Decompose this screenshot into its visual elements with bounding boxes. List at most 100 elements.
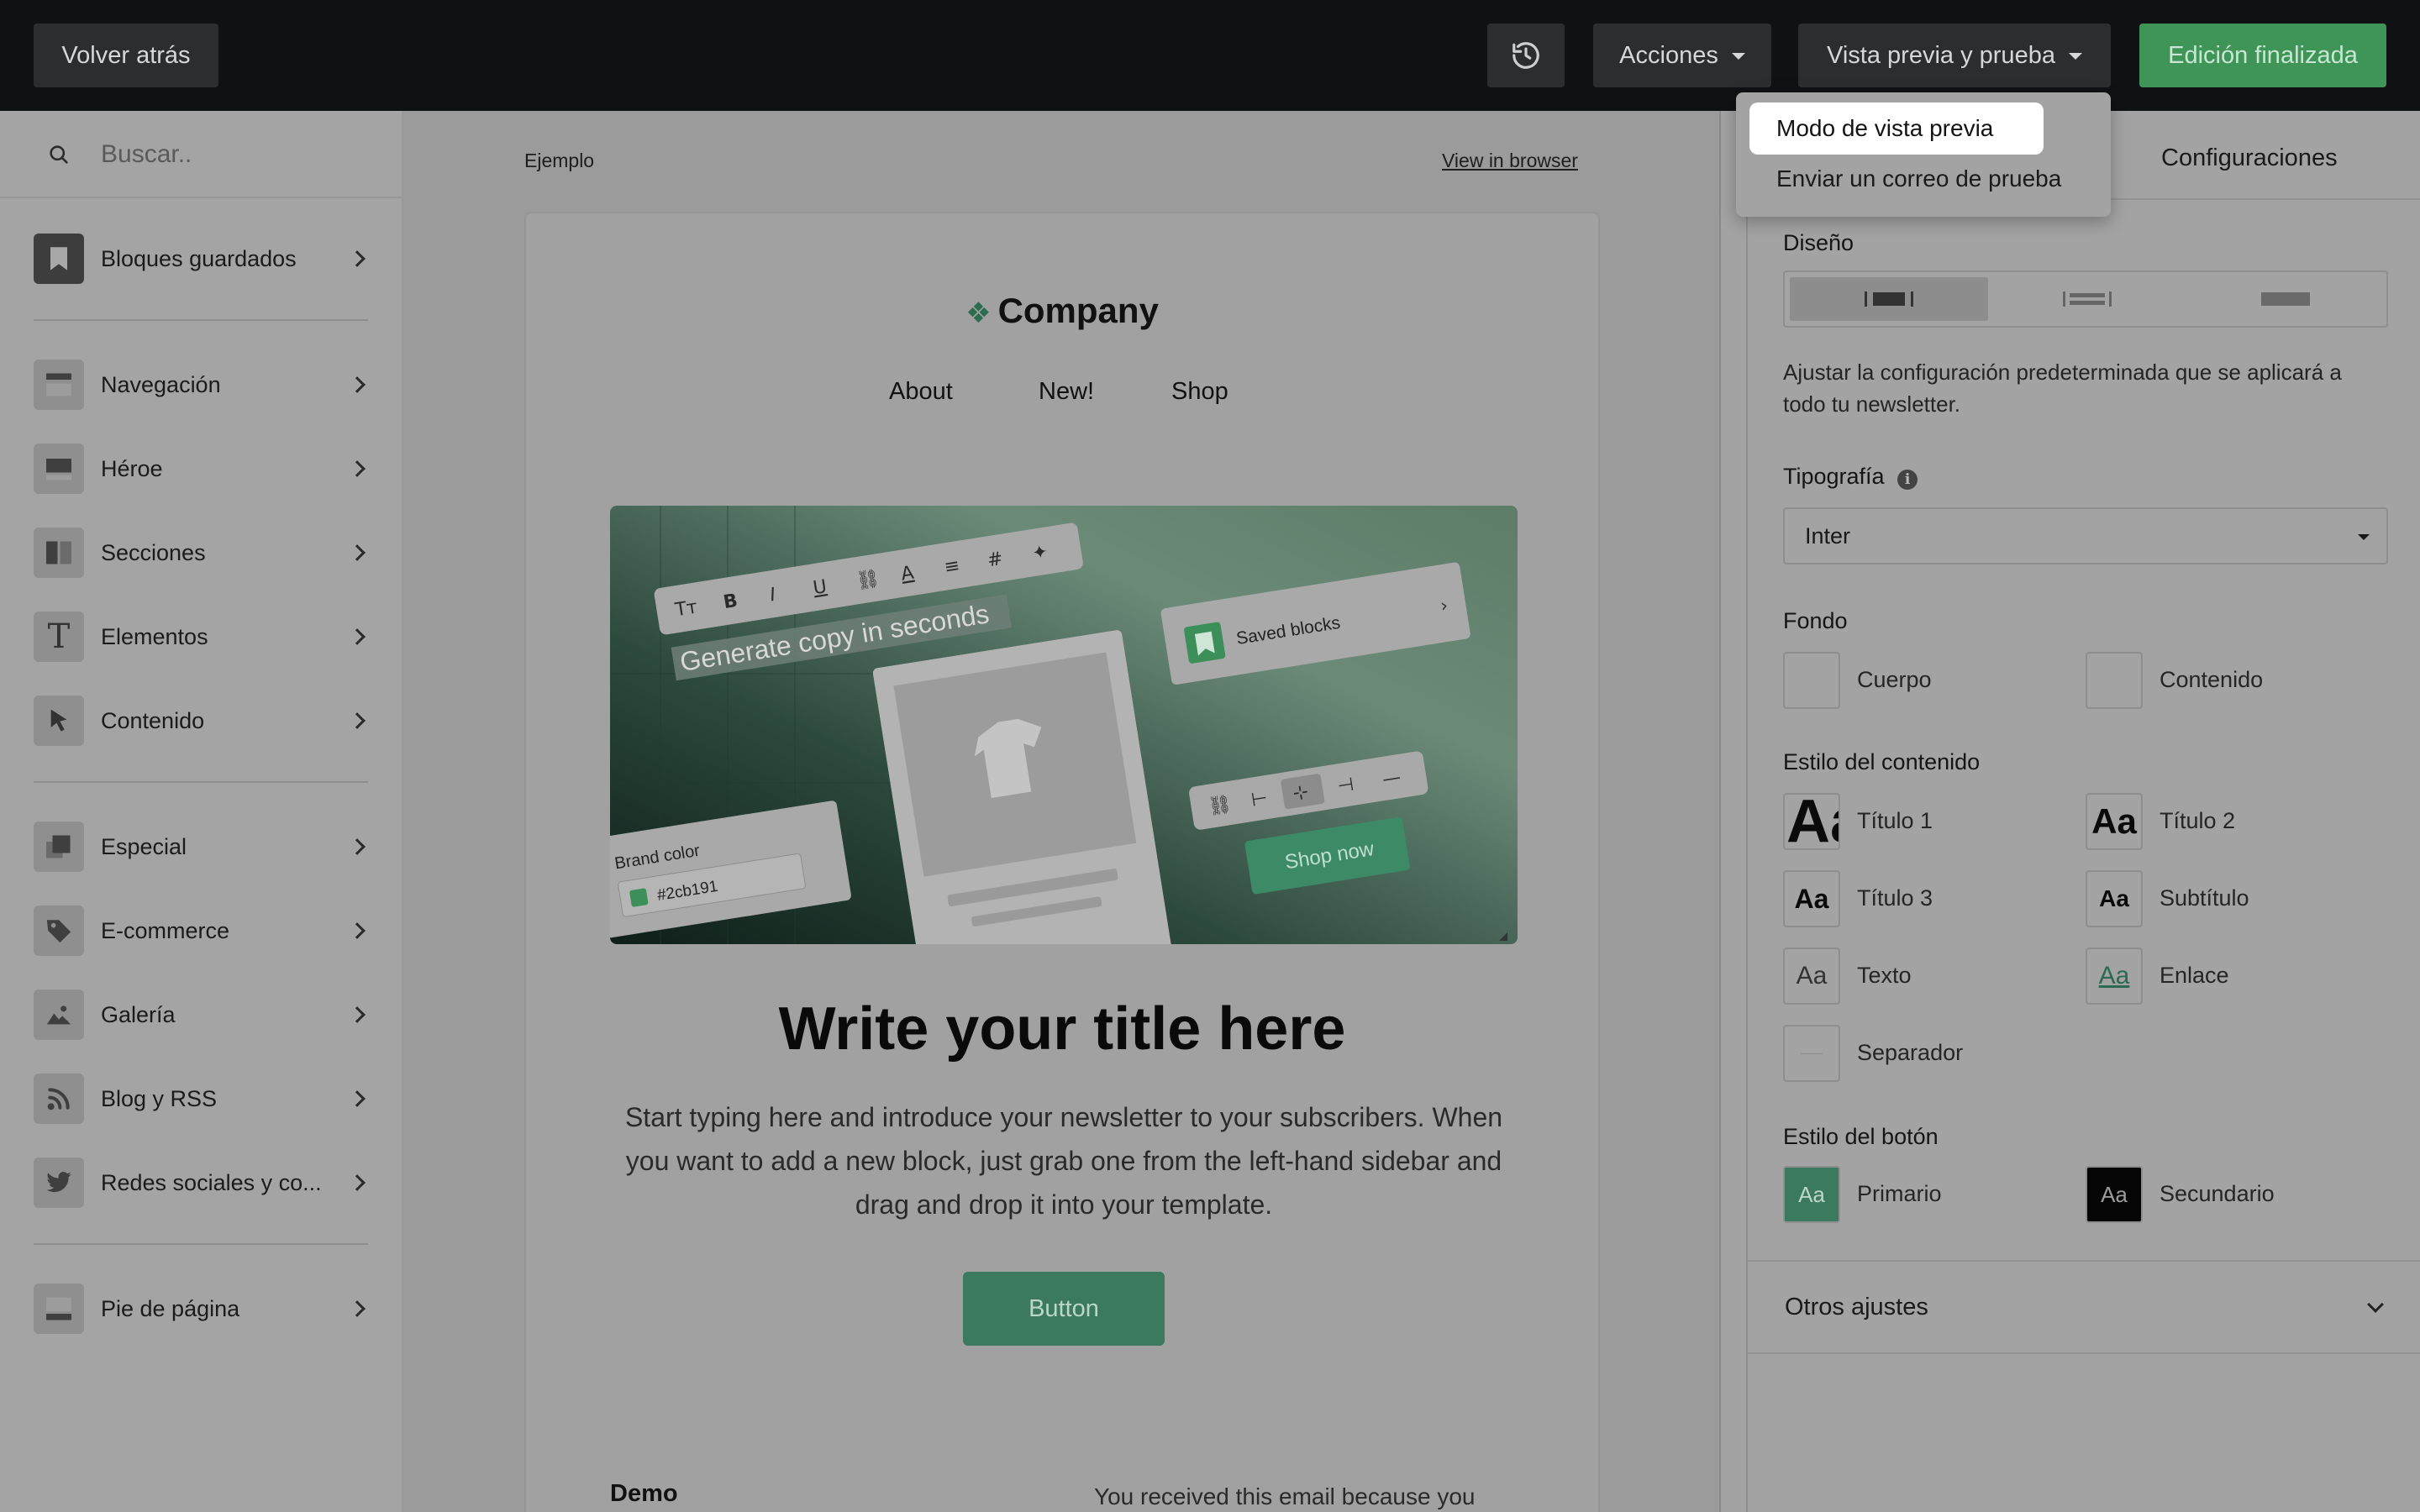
layout-narrow-icon [1865, 291, 1913, 307]
sidebar-item-gallery[interactable]: Galería [34, 988, 370, 1042]
info-icon[interactable]: i [1897, 470, 1918, 490]
email-nav-shop[interactable]: Shop [1171, 378, 1228, 406]
search-input[interactable] [101, 133, 370, 176]
email-nav-new[interactable]: New! [1039, 378, 1094, 406]
sidebar-item-label: Secciones [101, 539, 206, 565]
chevron-right-icon [349, 1174, 366, 1191]
sidebar-item-special[interactable]: Especial [34, 820, 370, 874]
full-width-icon: — [1381, 767, 1402, 790]
ai-sparkle-icon: ✦ [1031, 541, 1050, 564]
align-left-icon: ⊢ [1249, 788, 1269, 811]
align-center-icon: ⊹ [1292, 781, 1310, 805]
other-settings-accordion[interactable]: Otros ajustes [1748, 1260, 2420, 1354]
sidebar-item-label: Galería [101, 1001, 176, 1027]
search-icon [50, 145, 68, 164]
layout-option-full[interactable] [2186, 277, 2385, 321]
primary-button-sample: Aa [1798, 1181, 1825, 1207]
tab-settings[interactable]: Configuraciones [2161, 144, 2338, 172]
link-icon: ⛓ [855, 568, 881, 592]
view-in-browser-link[interactable]: View in browser [1442, 150, 1578, 172]
search-bar [0, 111, 402, 198]
email-cta-button[interactable]: Button [963, 1272, 1165, 1346]
heading2-style-swatch[interactable]: Aa [2086, 793, 2143, 850]
sidebar-item-label: Contenido [101, 707, 205, 733]
background-body-swatch[interactable] [1783, 652, 1840, 709]
tag-icon [34, 906, 84, 956]
sidebar-divider [34, 319, 368, 321]
chevron-right-icon [349, 544, 366, 561]
layout-option-medium[interactable] [1988, 277, 2186, 321]
heading1-style-swatch[interactable]: Aa [1783, 793, 1840, 850]
layout-selector [1783, 270, 2388, 328]
chevron-right-icon [349, 712, 366, 729]
secondary-button-style-swatch[interactable]: Aa [2086, 1166, 2143, 1223]
sidebar-item-footer[interactable]: Pie de página [34, 1282, 370, 1336]
menu-item-preview-mode[interactable]: Modo de vista previa [1749, 102, 2044, 155]
layout-option-narrow[interactable] [1790, 277, 1988, 321]
sidebar-item-content[interactable]: Contenido [34, 694, 370, 748]
footer-note-text[interactable]: You received this email because you [1094, 1483, 1475, 1510]
preheader-text[interactable]: Ejemplo [524, 150, 594, 172]
sidebar-item-navigation[interactable]: Navegación [34, 358, 370, 412]
heading1-sample: Aa [1786, 793, 1839, 850]
history-button[interactable] [1487, 24, 1565, 87]
align-right-icon: ⊣ [1336, 774, 1355, 798]
preview-and-test-button[interactable]: Vista previa y prueba [1798, 24, 2111, 87]
subtitle-label: Subtítulo [2160, 885, 2249, 911]
sidebar-item-label: E-commerce [101, 917, 230, 943]
bookmark-icon [34, 234, 84, 284]
menu-item-send-test-email[interactable]: Enviar un correo de prueba [1749, 153, 2102, 205]
chevron-right-icon [349, 250, 366, 267]
done-editing-button[interactable]: Edición finalizada [2139, 24, 2386, 87]
sidebar-item-sections[interactable]: Secciones [34, 526, 370, 580]
sidebar-item-ecommerce[interactable]: E-commerce [34, 904, 370, 958]
hash-icon: # [986, 549, 1004, 572]
typography-section-title: Tipografía i [1783, 464, 1918, 490]
sidebar-divider [34, 781, 368, 783]
sidebar-item-saved-blocks[interactable]: Bloques guardados [34, 232, 370, 286]
text-size-icon: Tт [673, 596, 699, 621]
sidebar-item-blog-rss[interactable]: Blog y RSS [34, 1072, 370, 1126]
text-style-swatch[interactable]: Aa [1783, 948, 1840, 1005]
heading3-label: Título 3 [1857, 885, 1933, 911]
rss-icon [34, 1074, 84, 1124]
caret-down-icon [2358, 534, 2370, 540]
secondary-button-label: Secundario [2160, 1181, 2275, 1206]
link-label: Enlace [2160, 963, 2229, 988]
email-template[interactable]: ❖ Company About New! Shop Tт B I U ⛓ A ≡… [524, 212, 1600, 1512]
navigation-icon [34, 360, 84, 410]
primary-button-style-swatch[interactable]: Aa [1783, 1166, 1840, 1223]
other-settings-label: Otros ajustes [1785, 1294, 1928, 1320]
chevron-right-icon [349, 376, 366, 393]
actions-button[interactable]: Acciones [1593, 24, 1771, 87]
font-select[interactable]: Inter [1783, 507, 2388, 564]
text-icon: T [34, 612, 84, 662]
heading2-sample: Aa [2091, 801, 2137, 841]
layout-medium-icon [2063, 291, 2112, 307]
sidebar-item-social[interactable]: Redes sociales y co... [34, 1156, 370, 1210]
email-nav-about[interactable]: About [889, 378, 953, 406]
background-content-swatch[interactable] [2086, 652, 2143, 709]
separator-style-swatch[interactable] [1783, 1025, 1840, 1082]
email-body-text[interactable]: Start typing here and introduce your new… [610, 1095, 1518, 1226]
brand-logo[interactable]: ❖ Company [526, 291, 1598, 331]
diamond-logo-icon: ❖ [965, 297, 992, 329]
hero-image[interactable]: Tт B I U ⛓ A ≡ # ✦ Generate copy in seco… [610, 506, 1518, 944]
footer-company-name[interactable]: Demo [610, 1480, 678, 1508]
actions-label: Acciones [1619, 41, 1718, 69]
sidebar-item-label: Bloques guardados [101, 245, 297, 271]
subtitle-style-swatch[interactable]: Aa [2086, 870, 2143, 927]
sidebar-item-label: Redes sociales y co... [101, 1169, 322, 1195]
chevron-right-icon [349, 460, 366, 477]
link-style-swatch[interactable]: Aa [2086, 948, 2143, 1005]
back-button[interactable]: Volver atrás [34, 24, 218, 87]
columns-icon [34, 528, 84, 578]
chevron-right-icon [349, 1006, 366, 1023]
email-title[interactable]: Write your title here [526, 995, 1598, 1063]
sidebar-item-hero[interactable]: Héroe [34, 442, 370, 496]
heading3-style-swatch[interactable]: Aa [1783, 870, 1840, 927]
sidebar-item-label: Navegación [101, 371, 221, 397]
sidebar-item-elements[interactable]: T Elementos [34, 610, 370, 664]
heading3-sample: Aa [1794, 883, 1829, 914]
footer-icon [34, 1284, 84, 1334]
